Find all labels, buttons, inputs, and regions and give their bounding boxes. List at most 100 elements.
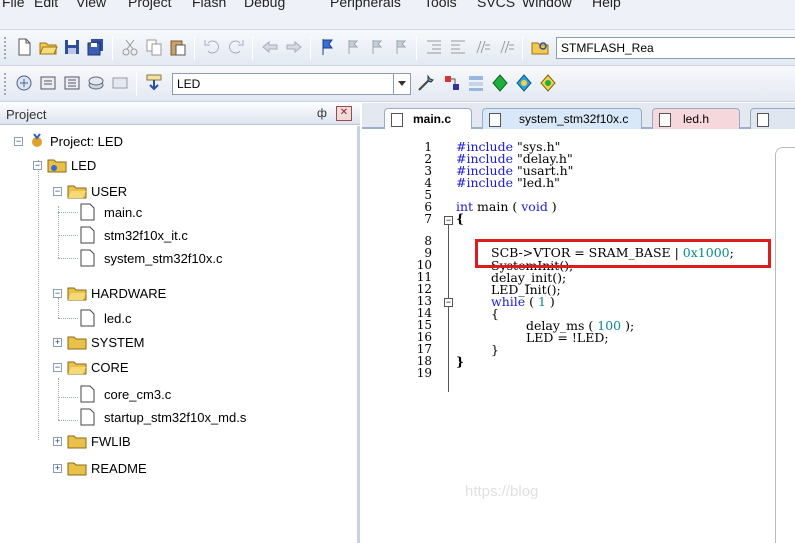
menu-debug[interactable]: Debug	[244, 0, 285, 10]
stop-build-icon[interactable]	[110, 73, 130, 93]
indent-icon[interactable]	[424, 37, 444, 57]
line-number: 7	[424, 212, 432, 226]
tree-target-led[interactable]: − LED	[33, 156, 233, 176]
toolbar-grip[interactable]	[3, 36, 7, 60]
target-label: LED	[71, 158, 97, 173]
prev-bookmark-icon[interactable]	[342, 37, 362, 57]
tab-led-h[interactable]: led.h	[652, 108, 740, 129]
tree-group-hardware[interactable]: − HARDWARE	[53, 284, 253, 304]
collapse-icon[interactable]: −	[53, 363, 62, 372]
tab-main-c[interactable]: main.c	[384, 108, 472, 129]
menu-svcs[interactable]: SVCS	[477, 0, 515, 10]
target-options-icon[interactable]	[416, 73, 436, 93]
tree-line	[38, 160, 39, 440]
bookmark-icon[interactable]	[318, 37, 338, 57]
pack-installer-icon[interactable]	[490, 73, 510, 93]
menu-flash[interactable]: Flash	[192, 0, 226, 10]
target-select-dropdown[interactable]	[393, 73, 411, 95]
close-icon[interactable]: ✕	[336, 106, 352, 121]
expand-icon[interactable]: +	[53, 464, 62, 473]
nav-forward-icon[interactable]	[284, 37, 304, 57]
editor-scroll-edge[interactable]	[775, 147, 795, 543]
find-combo-value: STMFLASH_Rea	[561, 41, 654, 55]
rebuild-icon[interactable]	[62, 73, 82, 93]
menu-edit[interactable]: Edit	[34, 0, 58, 10]
collapse-icon[interactable]: −	[53, 289, 62, 298]
comment-icon[interactable]	[472, 37, 492, 57]
code-area[interactable]	[452, 131, 795, 543]
file-label: stm32f10x_it.c	[104, 228, 188, 243]
select-pack-icon[interactable]	[514, 73, 534, 93]
save-icon[interactable]	[62, 37, 82, 57]
fold-collapse-icon[interactable]: −	[444, 298, 453, 307]
uncomment-icon[interactable]	[496, 37, 516, 57]
tab-label: system_stm32f10x.c	[519, 112, 629, 126]
group-label: README	[91, 461, 147, 476]
clear-bookmarks-icon[interactable]	[390, 37, 410, 57]
tree-group-system[interactable]: + SYSTEM	[53, 333, 253, 353]
tree-line	[58, 420, 78, 421]
batch-build-icon[interactable]	[86, 73, 106, 93]
tree-group-user[interactable]: − USER	[53, 182, 253, 202]
tree-root-project[interactable]: − Project: LED	[14, 132, 214, 152]
project-panel-header: Project ф ✕	[0, 103, 360, 125]
menu-tools[interactable]: Tools	[424, 0, 457, 10]
collapse-icon[interactable]: −	[33, 161, 42, 170]
menu-peripherals[interactable]: Peripherals	[330, 0, 401, 10]
code-line-15: LED = !LED;	[526, 330, 609, 345]
menu-view[interactable]: View	[76, 0, 106, 10]
pin-icon[interactable]: ф	[317, 106, 327, 120]
undo-icon[interactable]	[202, 37, 222, 57]
find-combo[interactable]: STMFLASH_Rea	[556, 37, 795, 59]
tree-line	[58, 258, 78, 259]
menu-window[interactable]: Window	[522, 0, 572, 10]
file-toolbar: STMFLASH_Rea	[0, 30, 795, 66]
rte-icon[interactable]	[538, 73, 558, 93]
menu-bar: File Edit View Project Flash Debug Perip…	[0, 0, 795, 30]
open-folder-icon[interactable]	[38, 37, 58, 57]
find-in-files-icon[interactable]	[530, 37, 550, 57]
target-select[interactable]: LED	[172, 73, 394, 95]
tab-system-stm32[interactable]: system_stm32f10x.c	[482, 108, 642, 129]
expand-icon[interactable]: +	[53, 437, 62, 446]
tree-file-core-cm3[interactable]: core_cm3.c	[78, 385, 278, 405]
cut-icon[interactable]	[120, 37, 140, 57]
unindent-icon[interactable]	[448, 37, 468, 57]
tree-group-readme[interactable]: + README	[53, 459, 253, 479]
tree-group-core[interactable]: − CORE	[53, 358, 253, 378]
toolbar-grip[interactable]	[3, 72, 7, 96]
tree-file-startup[interactable]: startup_stm32f10x_md.s	[78, 408, 348, 428]
collapse-icon[interactable]: −	[53, 187, 62, 196]
menu-help[interactable]: Help	[592, 0, 621, 10]
tree-file-system-stm32[interactable]: system_stm32f10x.c	[78, 249, 318, 269]
download-load-icon[interactable]	[144, 73, 164, 93]
manage-components-icon[interactable]	[442, 73, 462, 93]
tree-group-fwlib[interactable]: + FWLIB	[53, 432, 253, 452]
build-icon[interactable]	[38, 73, 58, 93]
fold-collapse-icon[interactable]: −	[444, 216, 453, 225]
redo-icon[interactable]	[226, 37, 246, 57]
collapse-icon[interactable]: −	[14, 137, 23, 146]
file-extensions-icon[interactable]	[466, 73, 486, 93]
copy-icon[interactable]	[144, 37, 164, 57]
editor-tab-bar: main.c system_stm32f10x.c led.h	[362, 103, 795, 129]
expand-icon[interactable]: +	[53, 338, 62, 347]
save-all-icon[interactable]	[86, 37, 106, 57]
tree-file-stm32-it[interactable]: stm32f10x_it.c	[78, 226, 278, 246]
new-file-icon[interactable]	[14, 37, 34, 57]
tree-file-led-c[interactable]: led.c	[78, 309, 278, 329]
paste-icon[interactable]	[168, 37, 188, 57]
folder-icon	[67, 336, 87, 350]
translate-icon[interactable]	[14, 73, 34, 93]
code-line-6: int main ( void )	[456, 199, 557, 214]
tab-more[interactable]	[750, 108, 795, 129]
menu-file[interactable]: File	[2, 0, 25, 10]
watermark: https://blog	[465, 483, 539, 500]
next-bookmark-icon[interactable]	[366, 37, 386, 57]
group-label: USER	[91, 184, 128, 199]
project-icon	[32, 133, 42, 147]
nav-back-icon[interactable]	[260, 37, 280, 57]
toolbar-separator	[416, 36, 417, 60]
menu-project[interactable]: Project	[128, 0, 172, 10]
tree-file-main-c[interactable]: main.c	[78, 203, 278, 223]
